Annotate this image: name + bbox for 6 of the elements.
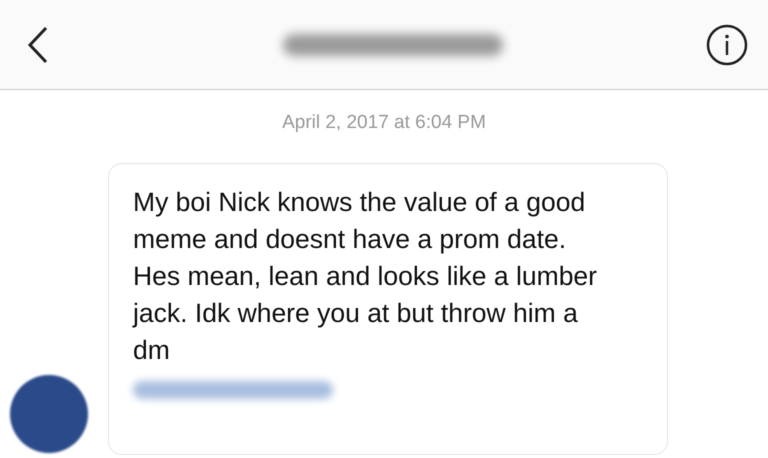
info-icon bbox=[706, 24, 748, 66]
message-timestamp: April 2, 2017 at 6:04 PM bbox=[281, 112, 487, 135]
chevron-left-icon bbox=[26, 24, 50, 64]
back-button[interactable] bbox=[26, 24, 50, 64]
message-text: My boi Nick knows the value of a good meme and doesnt have a prom date. Hes mean, lean and looks like a lumber jack. Idk where you at but throw him a dm bbox=[133, 186, 598, 367]
info-button[interactable] bbox=[706, 24, 748, 66]
